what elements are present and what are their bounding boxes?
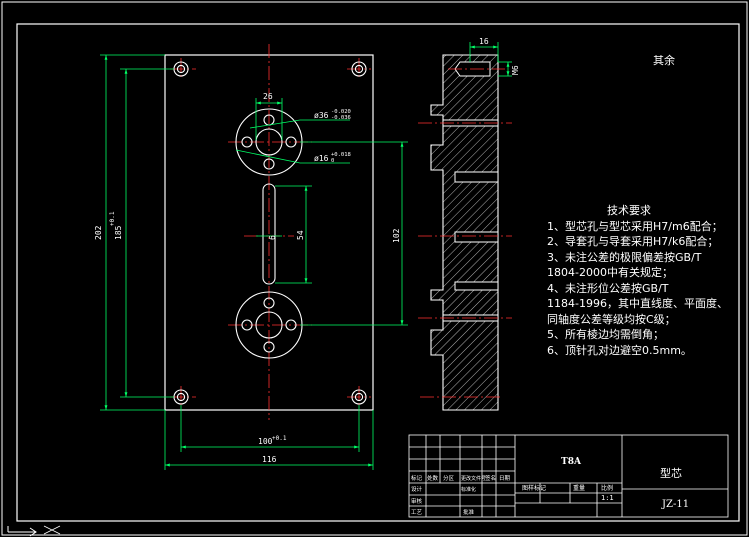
tech-req-list: 1、型芯孔与型芯采用H7/m6配合； 2、导套孔与导套采用H7/k6配合； 3、未注… xyxy=(547,219,728,359)
front-view: 202 185 +0.1 100 +0.1 116 26 ø36 -0.020 … xyxy=(94,44,408,470)
dim-185-tol: +0.1 xyxy=(109,211,116,226)
front-dimension-labels: 202 185 +0.1 100 +0.1 116 26 ø36 -0.020 … xyxy=(94,92,401,464)
rev-date: 日期 xyxy=(499,475,511,482)
rev-doc: 更改文件号 xyxy=(461,475,486,482)
dim-26: 26 xyxy=(263,92,273,101)
process-label: 工艺 xyxy=(411,509,423,516)
tech-req-title: 技术要求 xyxy=(607,204,651,217)
dim-185: 185 xyxy=(114,225,123,240)
technical-requirements: 技术要求 1、型芯孔与型芯采用H7/m6配合； 2、导套孔与导套采用H7/k6配合… xyxy=(547,203,728,358)
dim-dia36: ø36 xyxy=(314,111,329,120)
dim-dia16-tol-low: 0 xyxy=(331,158,334,164)
remainder-note: 其余 xyxy=(653,53,675,67)
scale-label: 比例 xyxy=(601,484,613,492)
dim-100-tol: +0.1 xyxy=(272,435,287,442)
rev-count: 处数 xyxy=(427,474,439,482)
tech-req-line: 4、未注形位公差按GB/T xyxy=(547,281,669,295)
front-dimensions xyxy=(100,54,408,470)
dim-100: 100 xyxy=(258,437,273,446)
scale: 1:1 xyxy=(601,494,614,502)
check-label: 审核 xyxy=(411,497,423,505)
rev-mark: 标记 xyxy=(411,474,423,482)
dim-54: 54 xyxy=(296,230,305,240)
dim-6: 6 xyxy=(268,235,277,240)
tech-req-line: 5、所有棱边均需倒角； xyxy=(547,328,664,341)
dim-dia36-tol-low: -0.036 xyxy=(331,115,351,121)
dim-116: 116 xyxy=(262,455,277,464)
standardize-label: 标准化 xyxy=(461,486,476,493)
dim-side-16: 16 xyxy=(479,37,489,46)
weight-label: 重量 xyxy=(573,484,585,492)
side-section-view: 16 M6 xyxy=(418,37,520,411)
tech-req-line: 同轴度公差等级均按C级； xyxy=(547,312,676,326)
design-label: 设计 xyxy=(411,485,423,493)
stage-label: 图样标记 xyxy=(522,484,546,492)
tech-req-line: 1、型芯孔与型芯采用H7/m6配合； xyxy=(547,219,723,233)
approve-label: 批准 xyxy=(463,508,475,516)
dim-202: 202 xyxy=(94,225,103,240)
material: T8A xyxy=(561,457,582,467)
tech-req-line: 3、未注公差的极限偏差按GB/T xyxy=(547,250,702,264)
tech-req-line: 1804-2000中有关规定； xyxy=(547,266,673,279)
dim-side-m6: M6 xyxy=(511,65,520,75)
rev-zone: 分区 xyxy=(443,474,455,482)
tech-req-line: 2、导套孔与导套采用H7/k6配合； xyxy=(547,235,719,248)
tech-req-line: 6、顶针孔对边避空0.5mm。 xyxy=(547,343,692,357)
dim-102: 102 xyxy=(392,228,401,243)
part-name: 型芯 xyxy=(660,466,682,480)
dim-dia16: ø16 xyxy=(314,154,329,163)
rev-sign: 签名 xyxy=(485,474,496,482)
tech-req-line: 1184-1996，其中直线度、平面度、 xyxy=(547,297,728,310)
drawing-number: JZ-11 xyxy=(661,499,689,510)
title-block-text: T8A 型芯 JZ-11 1:1 比例 重量 图样标记 标记 处数 分区 更改文… xyxy=(411,457,689,516)
